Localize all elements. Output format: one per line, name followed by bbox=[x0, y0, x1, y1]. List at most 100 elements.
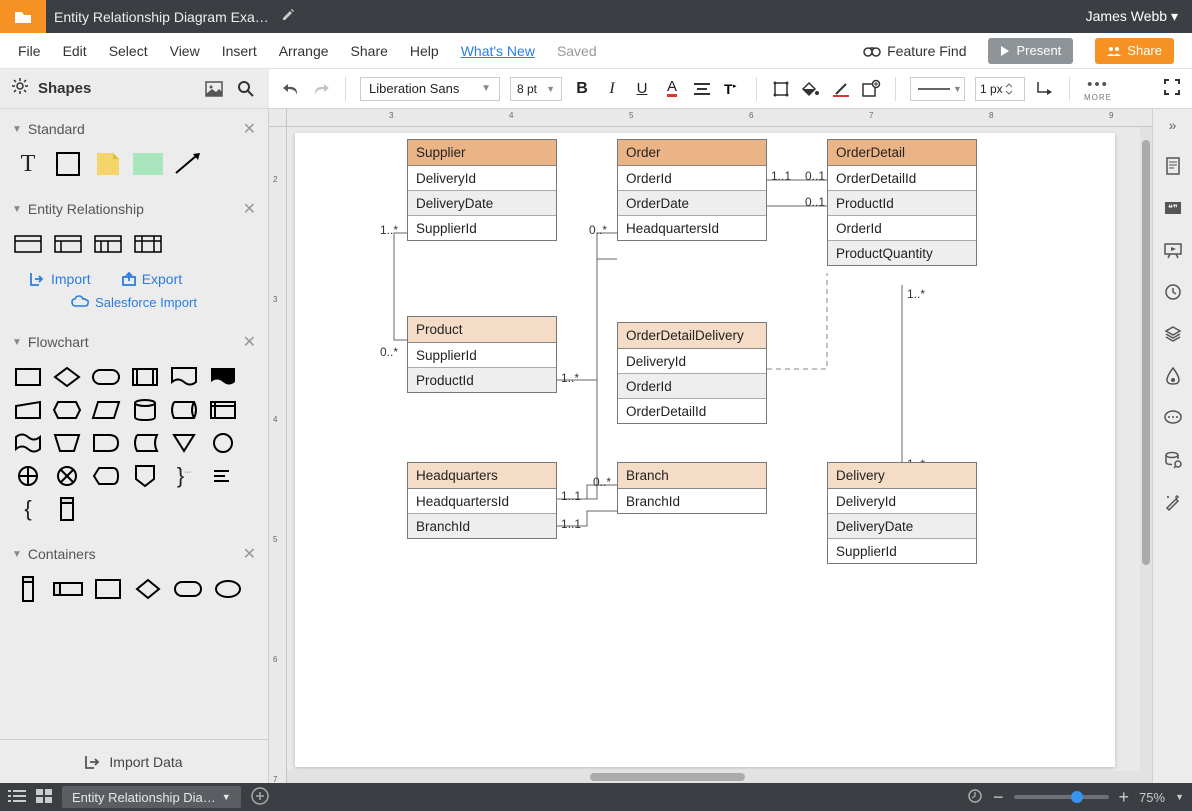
zoom-dropdown[interactable]: ▼ bbox=[1175, 792, 1184, 802]
feature-find-button[interactable]: Feature Find bbox=[863, 43, 966, 59]
menu-select[interactable]: Select bbox=[109, 43, 148, 59]
text-options-icon[interactable]: T▸ bbox=[722, 81, 742, 97]
list-view-icon[interactable] bbox=[8, 789, 26, 806]
shape-er-4[interactable] bbox=[134, 233, 162, 255]
shape-or[interactable] bbox=[14, 465, 42, 487]
shape-offpage[interactable] bbox=[131, 465, 159, 487]
gear-icon[interactable] bbox=[12, 78, 28, 99]
entity-product[interactable]: Product SupplierId ProductId bbox=[407, 316, 557, 393]
shape-decision[interactable] bbox=[53, 366, 81, 388]
shape-terminator[interactable] bbox=[92, 366, 120, 388]
pencil-icon[interactable] bbox=[281, 8, 295, 25]
close-icon[interactable]: ✕ bbox=[243, 119, 256, 139]
shape-preparation[interactable] bbox=[53, 399, 81, 421]
app-logo[interactable] bbox=[0, 0, 46, 33]
shape-connector[interactable] bbox=[209, 432, 237, 454]
sync-icon[interactable] bbox=[967, 788, 983, 807]
quote-icon[interactable]: ❝❞ bbox=[1162, 197, 1184, 219]
shape-container-6[interactable] bbox=[214, 578, 242, 600]
shape-delay[interactable] bbox=[92, 432, 120, 454]
more-button[interactable]: •••MORE bbox=[1084, 76, 1112, 102]
zoom-level[interactable]: 75% bbox=[1139, 790, 1165, 805]
image-icon[interactable] bbox=[203, 81, 225, 97]
shape-hotspot[interactable] bbox=[134, 153, 162, 175]
shape-directdata[interactable] bbox=[170, 399, 198, 421]
menu-file[interactable]: File bbox=[18, 43, 41, 59]
shape-predef[interactable] bbox=[131, 366, 159, 388]
import-data-button[interactable]: Import Data bbox=[0, 739, 268, 783]
border-color-icon[interactable] bbox=[831, 81, 851, 97]
shape-storeddata[interactable] bbox=[131, 432, 159, 454]
entity-supplier[interactable]: Supplier DeliveryId DeliveryDate Supplie… bbox=[407, 139, 557, 241]
category-flowchart[interactable]: ▼Flowchart✕ bbox=[0, 322, 268, 362]
shape-container-5[interactable] bbox=[174, 578, 202, 600]
shape-note[interactable] bbox=[94, 153, 122, 175]
zoom-out-button[interactable]: − bbox=[993, 787, 1004, 808]
close-icon[interactable]: ✕ bbox=[243, 199, 256, 219]
category-entity-relationship[interactable]: ▼Entity Relationship✕ bbox=[0, 189, 268, 229]
magic-icon[interactable] bbox=[1162, 491, 1184, 513]
entity-order-detail-delivery[interactable]: OrderDetailDelivery DeliveryId OrderId O… bbox=[617, 322, 767, 424]
category-containers[interactable]: ▼Containers✕ bbox=[0, 534, 268, 574]
data-link-icon[interactable] bbox=[1162, 449, 1184, 471]
grid-view-icon[interactable] bbox=[36, 789, 52, 806]
menu-help[interactable]: Help bbox=[410, 43, 439, 59]
scrollbar-vertical[interactable] bbox=[1140, 127, 1152, 771]
salesforce-import-button[interactable]: Salesforce Import bbox=[71, 295, 197, 310]
shape-database[interactable] bbox=[131, 399, 159, 421]
comments-icon[interactable] bbox=[1162, 407, 1184, 429]
entity-delivery[interactable]: Delivery DeliveryId DeliveryDate Supplie… bbox=[827, 462, 977, 564]
category-standard[interactable]: ▼Standard✕ bbox=[0, 109, 268, 149]
shape-options-icon[interactable] bbox=[861, 81, 881, 97]
entity-order-detail[interactable]: OrderDetail OrderDetailId ProductId Orde… bbox=[827, 139, 977, 266]
zoom-in-button[interactable]: + bbox=[1119, 787, 1130, 808]
zoom-slider[interactable] bbox=[1014, 795, 1109, 799]
close-icon[interactable]: ✕ bbox=[243, 332, 256, 352]
shape-data[interactable] bbox=[92, 399, 120, 421]
menu-edit[interactable]: Edit bbox=[63, 43, 87, 59]
shape-process[interactable] bbox=[14, 366, 42, 388]
align-icon[interactable] bbox=[692, 82, 712, 96]
shape-container-3[interactable] bbox=[94, 578, 122, 600]
shape-container-2[interactable] bbox=[54, 578, 82, 600]
entity-headquarters[interactable]: Headquarters HeadquartersId BranchId bbox=[407, 462, 557, 539]
shape-internal[interactable] bbox=[209, 399, 237, 421]
font-color-icon[interactable]: A bbox=[662, 80, 682, 97]
fill-icon[interactable] bbox=[801, 81, 821, 97]
shape-brace-left[interactable]: { bbox=[14, 498, 42, 520]
chevron-right-icon[interactable]: » bbox=[1167, 115, 1179, 135]
shape-container-4[interactable] bbox=[134, 578, 162, 600]
shape-text[interactable]: T bbox=[14, 153, 42, 175]
export-button[interactable]: Export bbox=[121, 271, 182, 287]
menu-view[interactable]: View bbox=[170, 43, 200, 59]
close-icon[interactable]: ✕ bbox=[243, 544, 256, 564]
line-style-select[interactable]: ▼ bbox=[910, 77, 965, 101]
presentation-icon[interactable] bbox=[1162, 239, 1184, 261]
menu-arrange[interactable]: Arrange bbox=[279, 43, 329, 59]
layers-icon[interactable] bbox=[1162, 323, 1184, 345]
document-title[interactable]: Entity Relationship Diagram Exa… bbox=[54, 9, 269, 25]
menu-whats-new[interactable]: What's New bbox=[461, 43, 535, 59]
bold-icon[interactable]: B bbox=[572, 80, 592, 98]
shape-er-2[interactable] bbox=[54, 233, 82, 255]
shape-merge[interactable] bbox=[170, 432, 198, 454]
undo-icon[interactable] bbox=[281, 82, 301, 96]
history-icon[interactable] bbox=[1162, 281, 1184, 303]
font-size-select[interactable]: 8 pt▼ bbox=[510, 77, 562, 101]
shape-documentf[interactable] bbox=[209, 366, 237, 388]
shape-er-3[interactable] bbox=[94, 233, 122, 255]
page[interactable]: 1..* 0..* 1..* 0..* 1..1 0..1 0..1 1..* … bbox=[295, 133, 1115, 767]
page-tab[interactable]: Entity Relationship Dia…▼ bbox=[62, 786, 241, 808]
present-button[interactable]: Present bbox=[988, 38, 1073, 64]
redo-icon[interactable] bbox=[311, 82, 331, 96]
shape-note2[interactable] bbox=[209, 465, 237, 487]
menu-insert[interactable]: Insert bbox=[222, 43, 257, 59]
ink-icon[interactable] bbox=[1162, 365, 1184, 387]
line-route-icon[interactable] bbox=[1035, 80, 1055, 98]
shape-summing[interactable] bbox=[53, 465, 81, 487]
shape-manualinput[interactable] bbox=[14, 399, 42, 421]
italic-icon[interactable]: I bbox=[602, 80, 622, 98]
share-button[interactable]: Share bbox=[1095, 38, 1174, 64]
shape-tape[interactable] bbox=[14, 432, 42, 454]
user-menu[interactable]: James Webb ▾ bbox=[1086, 8, 1178, 25]
